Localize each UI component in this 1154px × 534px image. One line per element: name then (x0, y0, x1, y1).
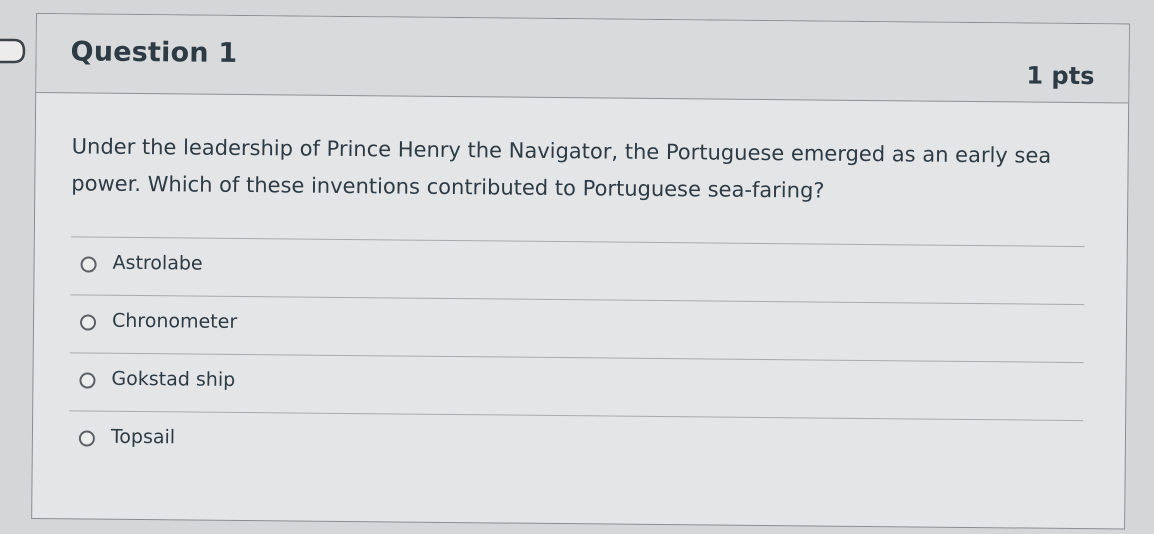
answer-list: Astrolabe Chronometer Gokstad ship Topsa… (68, 236, 1085, 479)
answer-option-astrolabe[interactable]: Astrolabe (70, 236, 1085, 305)
quiz-page: Question 1 1 pts Under the leadership of… (0, 0, 1154, 534)
radio-unchecked-icon[interactable] (79, 372, 96, 389)
answer-label[interactable]: Chronometer (112, 310, 237, 333)
question-title: Question 1 (70, 36, 238, 69)
answer-label[interactable]: Astrolabe (113, 252, 203, 275)
radio-unchecked-icon[interactable] (78, 430, 95, 447)
radio-unchecked-icon[interactable] (80, 256, 97, 273)
answer-option-gokstad-ship[interactable]: Gokstad ship (69, 352, 1084, 421)
answer-option-topsail[interactable]: Topsail (68, 410, 1084, 479)
question-flag-icon[interactable] (0, 38, 30, 64)
answer-option-chronometer[interactable]: Chronometer (69, 294, 1085, 363)
question-header: Question 1 1 pts (36, 14, 1129, 104)
question-points: 1 pts (1026, 61, 1095, 91)
radio-unchecked-icon[interactable] (79, 314, 97, 331)
answer-label[interactable]: Topsail (111, 426, 175, 449)
answer-label[interactable]: Gokstad ship (111, 368, 235, 391)
question-text: Under the leadership of Prince Henry the… (71, 134, 1052, 203)
question-card: Question 1 1 pts Under the leadership of… (31, 13, 1130, 530)
